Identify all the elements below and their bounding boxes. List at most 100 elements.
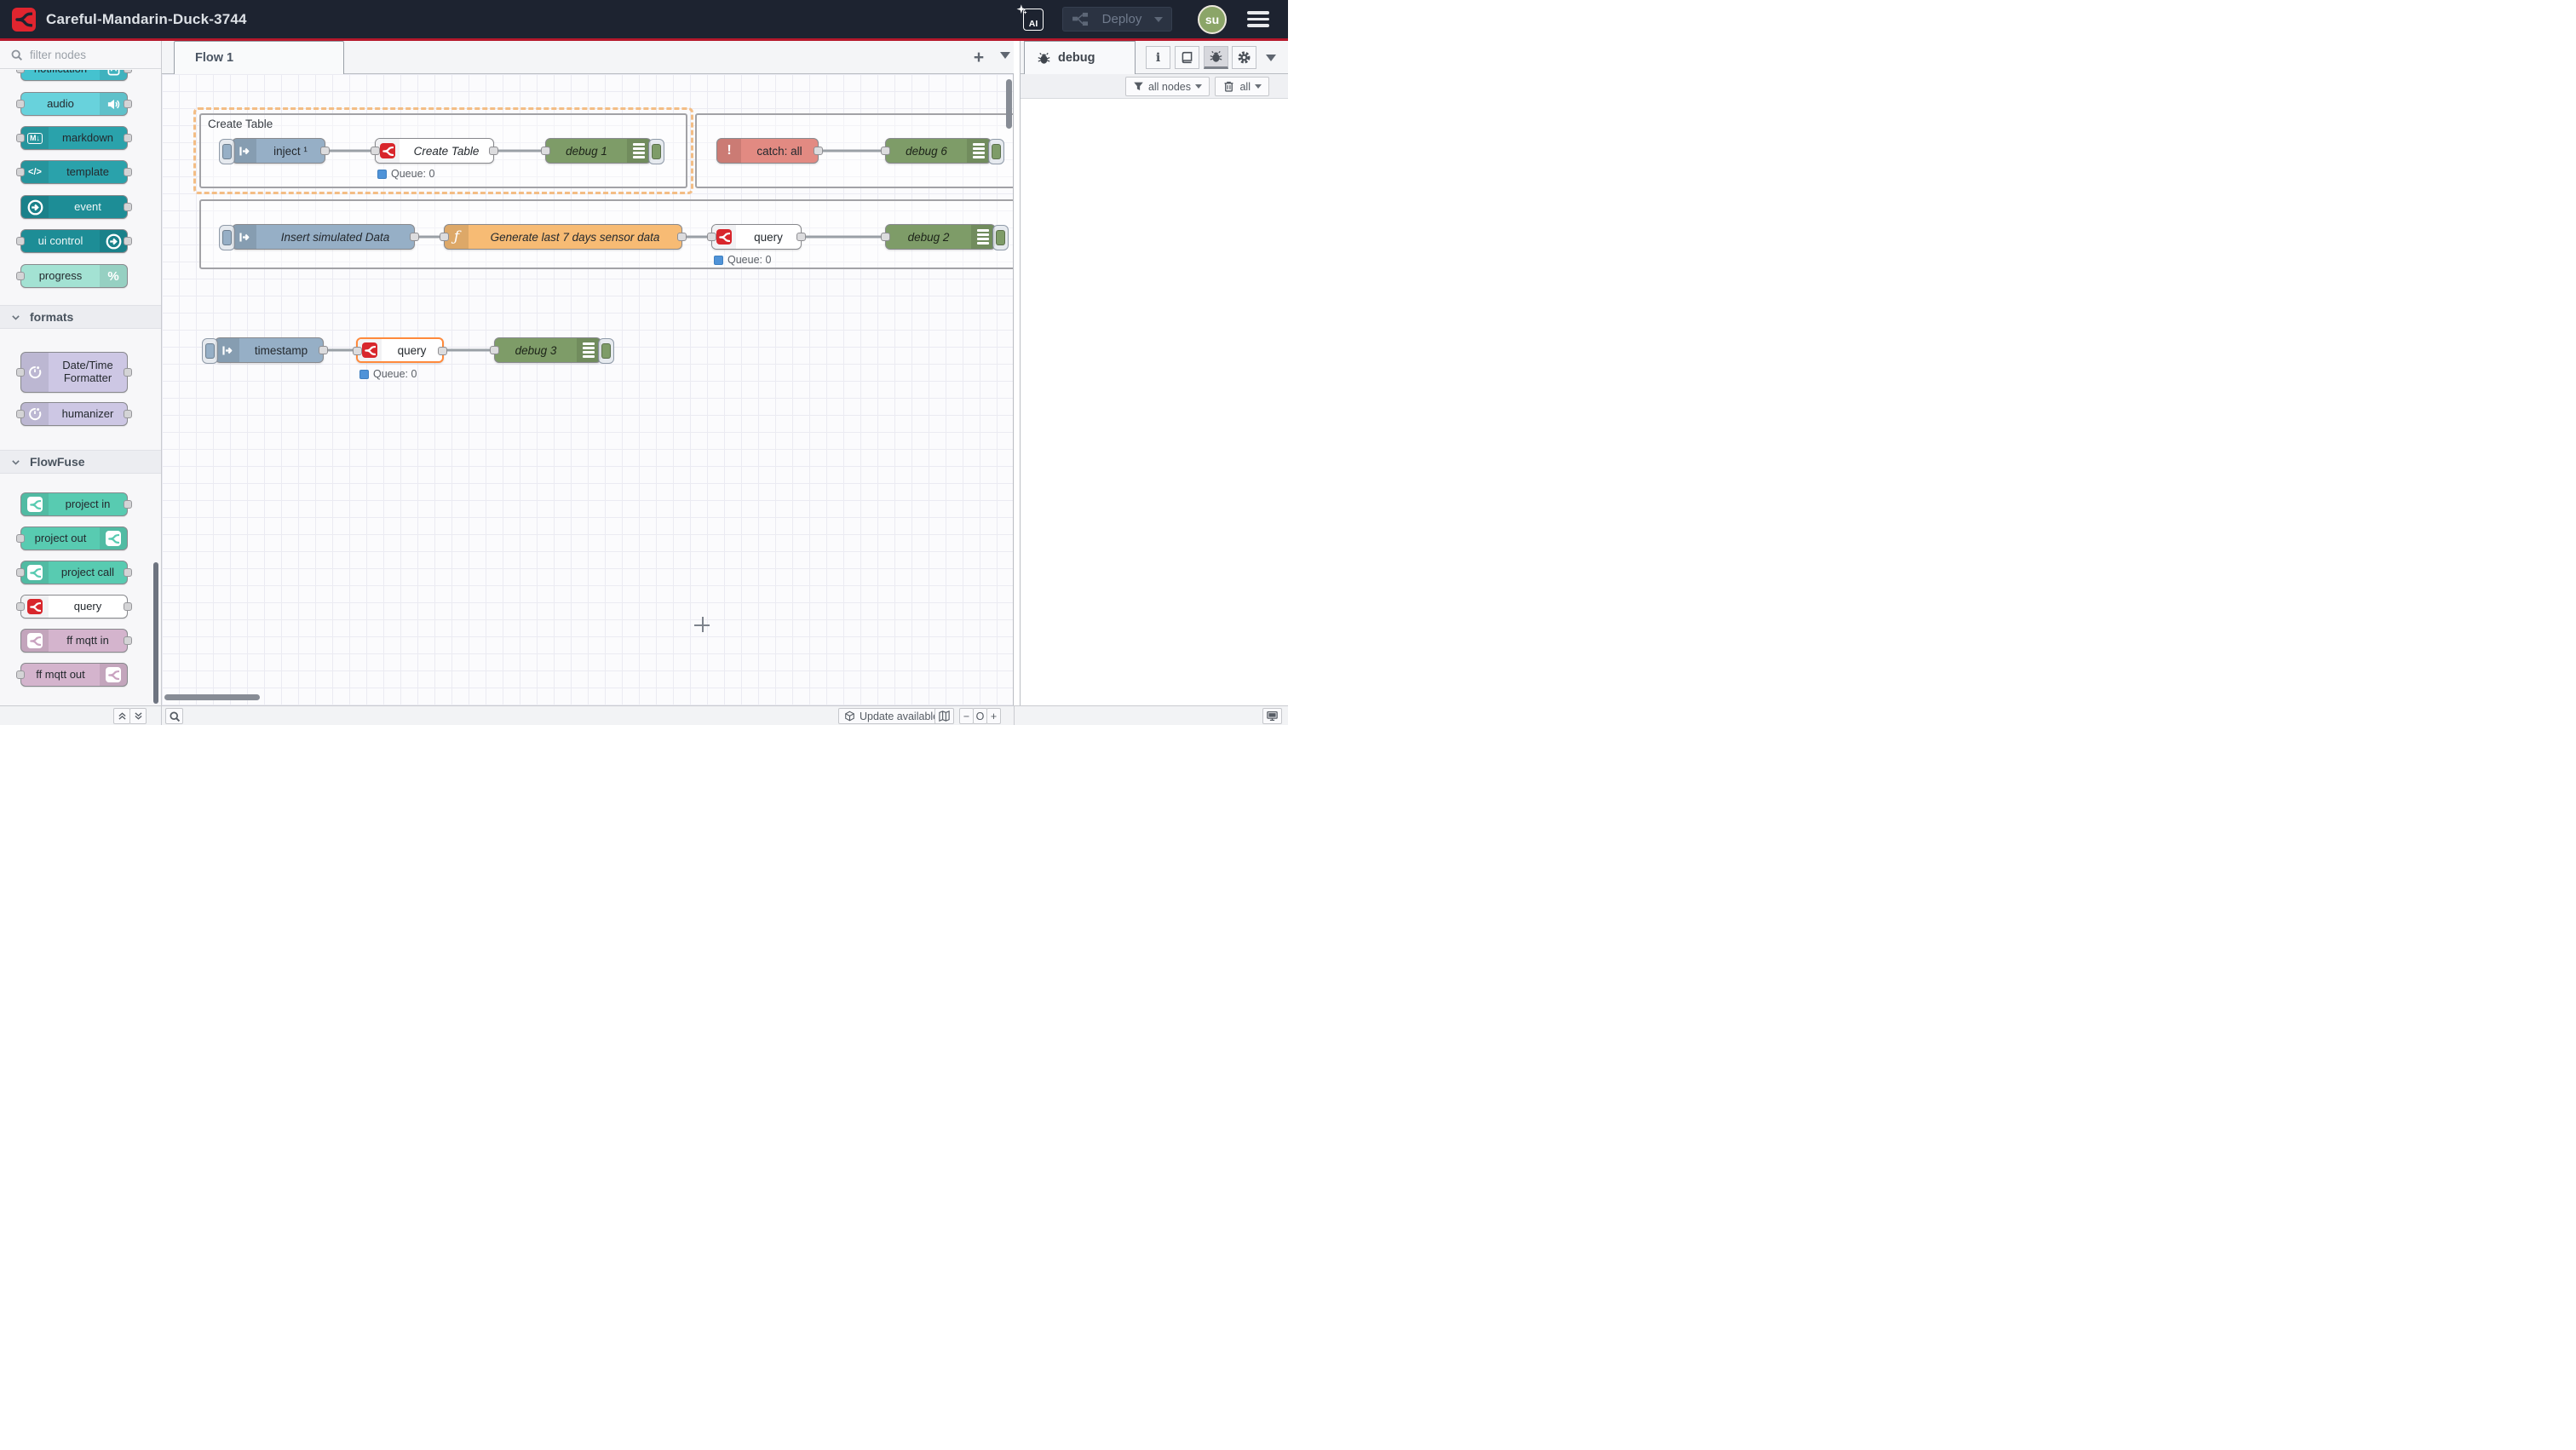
- header-accent-line: [0, 38, 1288, 41]
- help-tab-button[interactable]: [1175, 46, 1199, 69]
- tab-flow-1[interactable]: Flow 1: [174, 41, 344, 74]
- node-catch-all[interactable]: ! catch: all: [716, 138, 819, 164]
- status-bar: Update available − O +: [0, 705, 1288, 725]
- node-query-create-table[interactable]: Create Table Queue: 0: [375, 138, 494, 164]
- inject-arrow-icon: [233, 225, 256, 249]
- output-port[interactable]: [796, 233, 806, 241]
- info-tab-button[interactable]: i: [1146, 46, 1170, 69]
- palette-node-ff-mqtt-in[interactable]: ff mqtt in: [20, 629, 128, 653]
- update-available-button[interactable]: Update available: [838, 708, 945, 724]
- output-port[interactable]: [319, 346, 328, 354]
- ai-label: AI: [1023, 9, 1044, 31]
- palette-section-formats[interactable]: formats: [0, 305, 161, 329]
- flowfuse-logo-icon[interactable]: [12, 8, 36, 32]
- status-dot-icon: [377, 170, 387, 179]
- debug-filter-button[interactable]: all nodes: [1125, 77, 1210, 96]
- palette-filter-input[interactable]: [30, 49, 149, 61]
- zoom-reset-button[interactable]: O: [973, 708, 987, 724]
- sidebar-menu-chevron-icon[interactable]: [1266, 55, 1276, 61]
- palette-section-flowfuse[interactable]: FlowFuse: [0, 450, 161, 474]
- input-port[interactable]: [440, 233, 449, 241]
- node-function-generate[interactable]: ƒ Generate last 7 days sensor data: [444, 224, 682, 250]
- palette-node-progress[interactable]: progress %: [20, 264, 128, 288]
- search-icon: [10, 49, 23, 61]
- node-insert-simulated-data[interactable]: Insert simulated Data: [232, 224, 415, 250]
- node-inject-1[interactable]: inject ¹: [232, 138, 325, 164]
- output-port[interactable]: [814, 147, 823, 155]
- palette-node-ff-mqtt-out[interactable]: ff mqtt out: [20, 663, 128, 687]
- palette-node-humanizer[interactable]: humanizer: [20, 402, 128, 426]
- node-query-selected[interactable]: query Queue: 0: [356, 337, 444, 363]
- hamburger-icon: [1247, 11, 1269, 14]
- debug-sidebar-icon: [627, 139, 651, 163]
- ai-assistant-button[interactable]: AI: [1018, 6, 1044, 32]
- chevron-down-icon: [10, 457, 21, 468]
- palette-expand-button[interactable]: [129, 708, 147, 724]
- gear-icon: [1237, 50, 1251, 65]
- debug-clear-button[interactable]: all: [1215, 77, 1269, 96]
- output-port[interactable]: [410, 233, 419, 241]
- canvas-search-button[interactable]: [165, 708, 183, 724]
- sidebar-toggle-button[interactable]: [1262, 708, 1282, 724]
- input-port[interactable]: [490, 346, 499, 354]
- main-menu-button[interactable]: [1247, 11, 1269, 27]
- canvas-vertical-scrollbar[interactable]: [1006, 79, 1012, 129]
- node-debug-6[interactable]: debug 6: [885, 138, 992, 164]
- node-debug-1[interactable]: debug 1: [545, 138, 652, 164]
- node-palette: notification audio M↓ markdown </> templ…: [0, 41, 162, 705]
- zoom-in-button[interactable]: +: [986, 708, 1001, 724]
- header-bar: Careful-Mandarin-Duck-3744 AI Deploy su: [0, 0, 1288, 38]
- palette-scrollbar[interactable]: [153, 562, 158, 704]
- user-avatar[interactable]: su: [1198, 5, 1227, 34]
- node-debug-3[interactable]: debug 3: [494, 337, 601, 363]
- palette-node-template[interactable]: </> template: [20, 160, 128, 184]
- output-port[interactable]: [489, 147, 498, 155]
- config-tab-button[interactable]: [1232, 46, 1256, 69]
- tab-debug[interactable]: debug: [1024, 41, 1136, 74]
- deploy-label: Deploy: [1090, 12, 1154, 26]
- deploy-caret-icon[interactable]: [1154, 17, 1163, 22]
- palette-node-audio[interactable]: audio: [20, 92, 128, 116]
- caret-down-icon: [1255, 84, 1262, 89]
- deploy-button[interactable]: Deploy: [1062, 7, 1172, 32]
- palette-node-event[interactable]: event: [20, 195, 128, 219]
- debug-messages-pane[interactable]: [1021, 99, 1288, 705]
- flow-canvas[interactable]: Create Table inject ¹: [162, 74, 1014, 705]
- node-debug-2[interactable]: debug 2: [885, 224, 996, 250]
- deploy-nodes-icon: [1072, 12, 1090, 26]
- debug-tab-button[interactable]: [1204, 46, 1228, 69]
- bug-icon: [1209, 49, 1223, 64]
- output-port[interactable]: [320, 147, 330, 155]
- funnel-icon: [1133, 81, 1144, 92]
- minimap-button[interactable]: [934, 708, 954, 724]
- search-icon: [169, 711, 181, 722]
- input-port[interactable]: [371, 147, 380, 155]
- add-flow-button[interactable]: +: [968, 47, 990, 69]
- palette-node-query[interactable]: query: [20, 595, 128, 619]
- input-port[interactable]: [881, 233, 890, 241]
- zoom-out-button[interactable]: −: [959, 708, 974, 724]
- palette-node-datetime-formatter[interactable]: Date/Time Formatter: [20, 352, 128, 393]
- node-timestamp[interactable]: timestamp: [215, 337, 324, 363]
- bug-icon: [1037, 51, 1051, 66]
- input-port[interactable]: [541, 147, 550, 155]
- node-query-mid[interactable]: query Queue: 0: [711, 224, 802, 250]
- palette-collapse-button[interactable]: [113, 708, 130, 724]
- output-port[interactable]: [438, 347, 447, 355]
- package-icon: [844, 711, 855, 722]
- palette-node-ui-control[interactable]: ui control: [20, 229, 128, 253]
- palette-search[interactable]: [0, 41, 161, 69]
- input-port[interactable]: [881, 147, 890, 155]
- palette-node-project-in[interactable]: project in: [20, 492, 128, 516]
- output-port[interactable]: [677, 233, 687, 241]
- input-port[interactable]: [353, 347, 362, 355]
- input-port[interactable]: [707, 233, 716, 241]
- status-dot-icon: [714, 256, 723, 265]
- trash-icon: [1222, 80, 1235, 93]
- palette-node-project-out[interactable]: project out: [20, 526, 128, 550]
- palette-node-markdown[interactable]: M↓ markdown: [20, 126, 128, 150]
- palette-node-notification[interactable]: notification: [20, 70, 128, 81]
- palette-node-project-call[interactable]: project call: [20, 561, 128, 584]
- canvas-horizontal-scrollbar[interactable]: [164, 694, 260, 700]
- flow-list-chevron-icon[interactable]: [1000, 52, 1010, 59]
